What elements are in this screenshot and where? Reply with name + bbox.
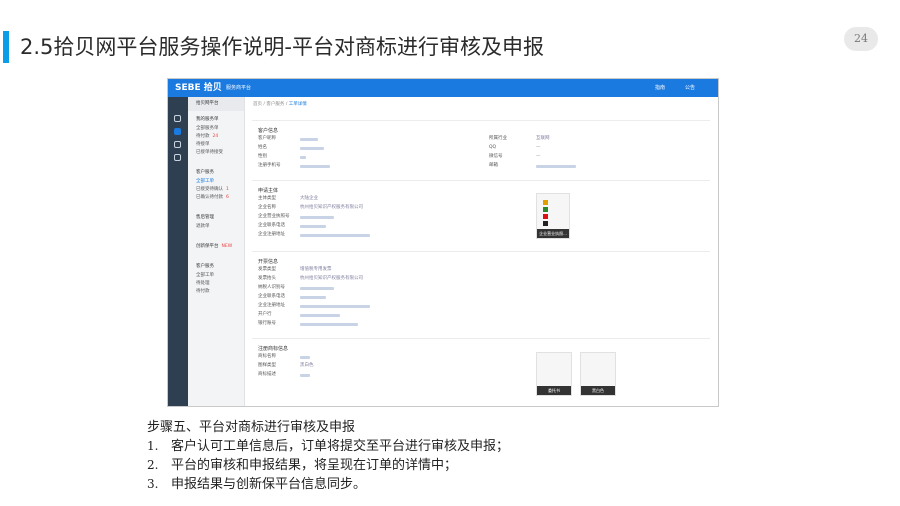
- sidebar-item-to-confirm[interactable]: 已接受待确认 1: [196, 187, 229, 193]
- title-accent-bar: [3, 31, 9, 63]
- field-label: 企业名称: [258, 205, 276, 210]
- field-label: 企业营业执照号: [258, 214, 290, 219]
- field-value: 杭州拾贝知识产权服务有限公司: [300, 276, 363, 281]
- sidebar-item-pending-accept[interactable]: 待接单: [196, 142, 210, 148]
- sidebar-item-to-pay[interactable]: 已确认待付款 6: [196, 195, 229, 201]
- document-icon[interactable]: [174, 128, 181, 135]
- applicant-title: 申请主体: [258, 188, 279, 194]
- trademark-section: 注册商标信息 商标名称 图样类型 黑白色 商标描述 委托书 黑白色: [252, 338, 710, 405]
- field-label: 主体类型: [258, 196, 276, 201]
- sidebar-item-all-tickets[interactable]: 全部工单: [196, 179, 214, 185]
- new-badge: NEW: [221, 244, 233, 249]
- notice-link[interactable]: 公告: [685, 84, 695, 92]
- breadcrumb-current: 工单详情: [288, 102, 307, 107]
- invoice-title: 开票信息: [258, 259, 279, 265]
- page-number: 24: [844, 27, 878, 51]
- step-item: 1. 客户认可工单信息后，订单将提交至平台进行审核及申报；: [147, 439, 510, 454]
- customer-info-section: 客户信息 客户昵称 姓名 性别 注册手机号 所属行业 互联网 QQ — 微信号 …: [252, 120, 710, 176]
- sidebar-item-all-orders[interactable]: 全部服务单: [196, 126, 219, 132]
- field-value: —: [536, 145, 541, 150]
- app-screenshot: SEBE 拾贝 服务商平台 指南 公告 拾贝网平台 我的服务单 全部服务单 待付…: [167, 78, 719, 407]
- sidebar-item-payment[interactable]: 待付款: [196, 289, 210, 295]
- field-value: 互联网: [536, 136, 550, 141]
- guide-link[interactable]: 指南: [655, 84, 665, 92]
- field-label: 发票抬头: [258, 276, 276, 281]
- app-header: SEBE 拾贝 服务商平台 指南 公告: [168, 79, 718, 97]
- field-label: 开户行: [258, 312, 272, 317]
- sidebar-platform-title[interactable]: 拾贝网平台: [196, 101, 219, 107]
- field-label: 企业注册地址: [258, 232, 285, 237]
- applicant-section: 申请主体 主体类型 大陆企业 企业名称 杭州拾贝知识产权服务有限公司 企业营业执…: [252, 180, 710, 247]
- field-value: 杭州拾贝知识产权服务有限公司: [300, 205, 363, 210]
- field-label: 邮箱: [489, 163, 498, 168]
- sidebar-group-customer-service[interactable]: 客户服务: [196, 170, 214, 176]
- field-label: 商标名称: [258, 354, 276, 359]
- business-license-caption: 企业营业执照...: [537, 229, 569, 238]
- field-label: 所属行业: [489, 136, 507, 141]
- slide-title: 2.5拾贝网平台服务操作说明-平台对商标进行审核及申报: [20, 35, 544, 59]
- field-label: 客户昵称: [258, 136, 276, 141]
- field-label: 商标描述: [258, 372, 276, 377]
- field-label: 姓名: [258, 145, 267, 150]
- step-instructions: 步骤五、平台对商标进行审核及申报 1. 客户认可工单信息后，订单将提交至平台进行审…: [147, 418, 509, 494]
- field-label: 注册手机号: [258, 163, 281, 168]
- globe-icon[interactable]: [174, 141, 181, 148]
- sidebar-item-pending-payment[interactable]: 待付款 24: [196, 134, 218, 140]
- field-label: 微信号: [489, 154, 503, 159]
- field-label: 银行账号: [258, 321, 276, 326]
- step-heading: 步骤五、平台对商标进行审核及申报: [147, 420, 356, 435]
- sidebar-group-orders[interactable]: 我的服务单: [196, 117, 219, 123]
- sidebar-innovation-platform[interactable]: 创新保平台 NEW: [196, 244, 232, 250]
- trademark-sample-caption: 黑白色: [581, 386, 615, 395]
- sidebar-item-refunds[interactable]: 退款单: [196, 224, 210, 230]
- field-value: 大陆企业: [300, 196, 318, 201]
- app-logo[interactable]: SEBE 拾贝: [175, 81, 222, 95]
- power-of-attorney-caption: 委托书: [537, 386, 571, 395]
- business-license-thumbnail[interactable]: 企业营业执照...: [536, 193, 570, 239]
- breadcrumb: 首页 / 客户服务 / 工单详情: [253, 102, 307, 107]
- breadcrumb-customer-service[interactable]: 客户服务: [266, 102, 284, 107]
- step-item: 2. 平台的审核和申报结果，将呈现在订单的详情中；: [147, 458, 458, 473]
- gear-icon[interactable]: [174, 154, 181, 161]
- sidebar-item-accepted[interactable]: 已接单待接受: [196, 150, 223, 156]
- field-label: 发票类型: [258, 267, 276, 272]
- field-label: 性别: [258, 154, 267, 159]
- invoice-section: 开票信息 发票类型 增值税专用发票 发票抬头 杭州拾贝知识产权服务有限公司 纳税…: [252, 251, 710, 332]
- field-label: QQ: [489, 145, 497, 150]
- field-label: 企业注册地址: [258, 303, 285, 308]
- sidebar-menu: 拾贝网平台 我的服务单 全部服务单 待付款 24 待接单 已接单待接受 客户服务 …: [188, 97, 245, 406]
- pending-payment-count: 24: [212, 134, 219, 139]
- icon-navigation: [168, 97, 188, 406]
- sidebar-item-all-tickets-2[interactable]: 全部工单: [196, 273, 214, 279]
- customer-info-title: 客户信息: [258, 128, 279, 134]
- field-label: 图样类型: [258, 363, 276, 368]
- sidebar-group-after-sales[interactable]: 售后管理: [196, 215, 214, 221]
- step-item: 3. 申报结果与创新保平台信息同步。: [147, 477, 367, 492]
- trademark-title: 注册商标信息: [258, 346, 289, 352]
- field-value: 增值税专用发票: [300, 267, 332, 272]
- breadcrumb-home[interactable]: 首页: [253, 102, 262, 107]
- trademark-sample-thumbnail[interactable]: 黑白色: [580, 352, 616, 396]
- field-value: 黑白色: [300, 363, 314, 368]
- field-value: —: [536, 154, 541, 159]
- field-label: 企业联系电话: [258, 223, 285, 228]
- power-of-attorney-thumbnail[interactable]: 委托书: [536, 352, 572, 396]
- camera-icon[interactable]: [174, 115, 181, 122]
- sidebar-group-customer-service-2[interactable]: 客户服务: [196, 264, 214, 270]
- sidebar-item-processing[interactable]: 待处理: [196, 281, 210, 287]
- app-logo-subtitle: 服务商平台: [226, 85, 252, 91]
- field-label: 纳税人识别号: [258, 285, 285, 290]
- field-label: 企业联系电话: [258, 294, 285, 299]
